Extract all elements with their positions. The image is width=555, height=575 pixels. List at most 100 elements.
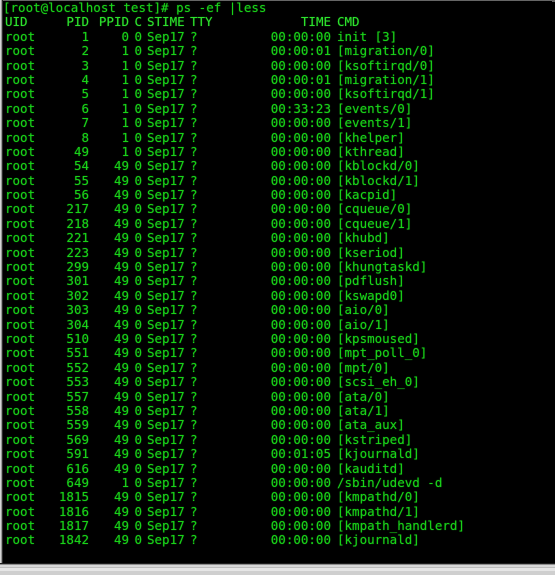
cell-time: 00:00:00 [270,244,331,260]
cell-tty: ? [190,518,198,534]
cell-tty: ? [190,115,198,131]
cell-cmd: [mpt_poll_0] [337,345,428,361]
terminal-screen[interactable]: [root@localhost test]# ps -ef |less UID … [3,1,552,562]
cell-time: 00:00:01 [270,71,331,87]
cell-pid: 569 [66,431,89,447]
cell-time: 00:00:00 [270,115,331,131]
cell-stime: Sep17 [147,143,185,159]
cell-time: 00:00:00 [270,460,331,476]
cell-tty: ? [190,446,198,462]
cell-tty: ? [190,402,198,418]
cell-ppid: 49 [113,302,129,318]
cell-ppid: 1 [121,129,129,145]
process-row: root 2 1 0 Sep17? 00:00:01 [migration/0] [3,43,552,59]
cell-cmd: [kmpath_handlerd] [337,518,465,534]
cell-pid: 54 [73,158,89,174]
cell-pid: 4 [81,71,89,87]
cell-cmd: [aio/1] [337,316,390,332]
column-header-c: C [134,14,142,30]
cell-pid: 302 [66,287,89,303]
cell-stime: Sep17 [147,417,185,433]
process-row: root 5 1 0 Sep17? 00:00:00 [ksoftirqd/1] [3,86,552,102]
cell-c: 0 [134,374,142,390]
cell-cmd: [kstriped] [337,431,413,447]
cell-stime: Sep17 [147,359,185,375]
cell-c: 0 [134,143,142,159]
cell-ppid: 49 [113,359,129,375]
cell-pid: 1842 [58,532,89,548]
cell-pid: 49 [73,143,89,159]
column-header-time: TIME [300,14,331,30]
cell-c: 0 [134,129,142,145]
process-row: root 569 49 0 Sep17? 00:00:00 [kstriped] [3,431,552,447]
cell-ppid: 49 [113,402,129,418]
cell-stime: Sep17 [147,201,185,217]
cell-pid: 223 [66,244,89,260]
cell-time: 00:00:00 [270,316,331,332]
cell-ppid: 49 [113,518,129,534]
cell-tty: ? [190,28,198,44]
cell-pid: 591 [66,446,89,462]
cell-cmd: [scsi_eh_0] [337,374,420,390]
cell-c: 0 [134,302,142,318]
cell-c: 0 [134,172,142,188]
cell-pid: 1815 [58,489,89,505]
cell-time: 00:00:01 [270,43,331,59]
cell-tty: ? [190,201,198,217]
cell-time: 00:00:00 [270,532,331,548]
cell-cmd: [migration/0] [337,43,435,59]
cell-stime: Sep17 [147,57,185,73]
cell-cmd: [ksoftirqd/0] [337,57,435,73]
cell-cmd: [kacpid] [337,187,398,203]
cell-tty: ? [190,244,198,260]
cell-tty: ? [190,460,198,476]
process-row: root 510 49 0 Sep17? 00:00:00 [kpsmoused] [3,330,552,346]
cell-stime: Sep17 [147,446,185,462]
cell-cmd: [kpsmoused] [337,330,420,346]
process-row: root 55 49 0 Sep17? 00:00:00 [kblockd/1] [3,172,552,188]
cell-stime: Sep17 [147,71,185,87]
cell-c: 0 [134,28,142,44]
cell-ppid: 49 [113,345,129,361]
cell-ppid: 49 [113,431,129,447]
process-row: root 551 49 0 Sep17? 00:00:00 [mpt_poll_0] [3,345,552,361]
cell-pid: 558 [66,402,89,418]
cell-tty: ? [190,330,198,346]
process-row: root 1815 49 0 Sep17? 00:00:00 [kmpathd/0] [3,489,552,505]
process-row: root 3 1 0 Sep17? 00:00:00 [ksoftirqd/0] [3,57,552,73]
cell-tty: ? [190,158,198,174]
process-row: root 302 49 0 Sep17? 00:00:00 [kswapd0] [3,287,552,303]
cell-ppid: 49 [113,158,129,174]
cell-time: 00:00:00 [270,388,331,404]
process-row: root 56 49 0 Sep17? 00:00:00 [kacpid] [3,187,552,203]
cell-cmd: [kthread] [337,143,405,159]
cell-time: 00:00:00 [270,402,331,418]
cell-stime: Sep17 [147,518,185,534]
cell-ppid: 1 [121,100,129,116]
cell-time: 00:00:00 [270,345,331,361]
cell-tty: ? [190,374,198,390]
cell-c: 0 [134,71,142,87]
cell-ppid: 49 [113,187,129,203]
cell-c: 0 [134,532,142,548]
cell-ppid: 49 [113,388,129,404]
process-row: root 7 1 0 Sep17? 00:00:00 [events/1] [3,115,552,131]
process-row: root 1842 49 0 Sep17? 00:00:00 [kjournald] [3,532,552,548]
cell-tty: ? [190,259,198,275]
cell-time: 00:00:00 [270,374,331,390]
cell-cmd: [khungtaskd] [337,259,428,275]
cell-c: 0 [134,43,142,59]
cell-time: 00:00:00 [270,28,331,44]
cell-tty: ? [190,273,198,289]
cell-tty: ? [190,345,198,361]
terminal-window[interactable]: [root@localhost test]# ps -ef |less UID … [0,0,555,575]
cell-cmd: [ksoftirqd/1] [337,86,435,102]
process-row: root 558 49 0 Sep17? 00:00:00 [ata/1] [3,402,552,418]
cell-stime: Sep17 [147,388,185,404]
cell-cmd: [kmpathd/0] [337,489,420,505]
cell-pid: 55 [73,172,89,188]
cell-cmd: [kauditd] [337,460,405,476]
cell-c: 0 [134,287,142,303]
cell-pid: 5 [81,86,89,102]
cell-time: 00:00:00 [270,143,331,159]
